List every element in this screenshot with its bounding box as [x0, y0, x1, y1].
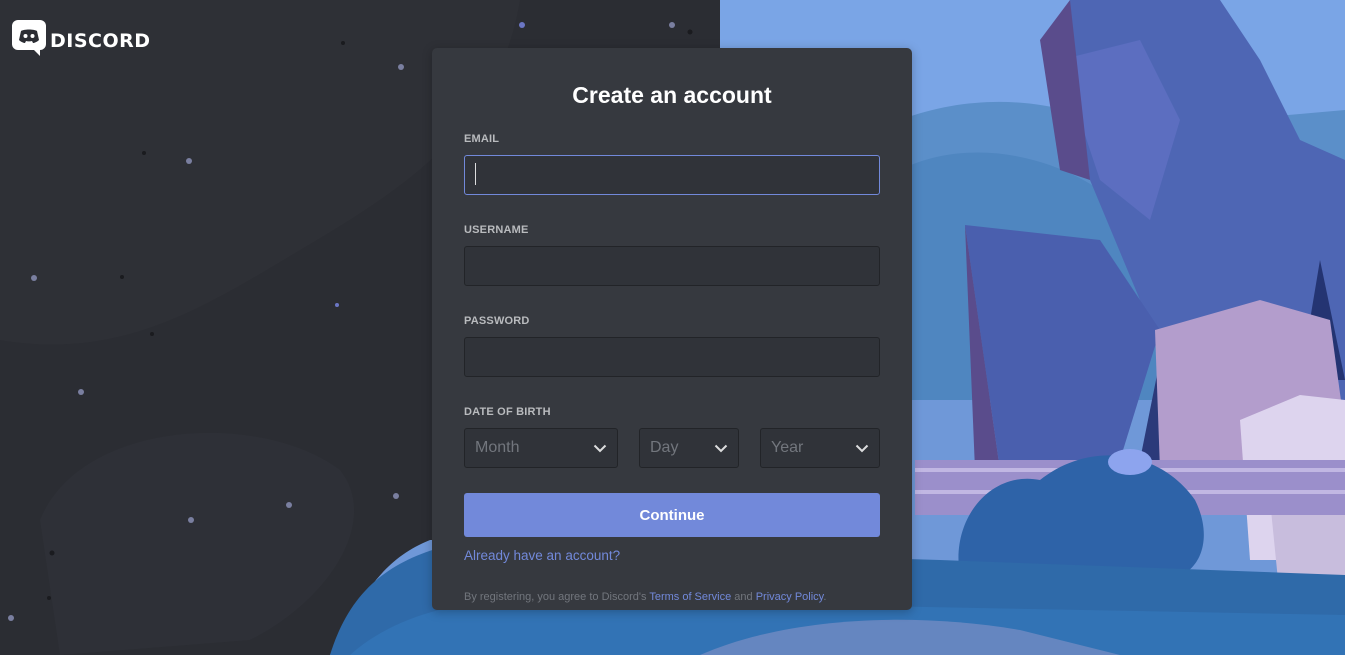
password-field-group: PASSWORD — [464, 314, 880, 377]
password-label: PASSWORD — [464, 315, 530, 327]
dob-label: DATE OF BIRTH — [464, 406, 551, 418]
month-select-value: Month — [475, 439, 520, 456]
month-select[interactable]: Month — [464, 428, 618, 468]
continue-button[interactable]: Continue — [464, 493, 880, 537]
email-input[interactable] — [464, 155, 880, 195]
username-field-group: USERNAME — [464, 223, 880, 286]
privacy-policy-link[interactable]: Privacy Policy — [756, 591, 824, 603]
legal-prefix: By registering, you agree to Discord's — [464, 591, 650, 603]
legal-suffix: . — [823, 591, 827, 603]
discord-logo-icon — [12, 20, 46, 61]
dob-row: Month Day Year — [464, 428, 880, 468]
discord-logo[interactable]: DISCORD — [12, 20, 151, 61]
username-input[interactable] — [464, 246, 880, 286]
legal-and: and — [731, 591, 756, 603]
terms-of-service-link[interactable]: Terms of Service — [649, 591, 731, 603]
text-caret — [475, 163, 476, 185]
chevron-down-icon — [855, 444, 869, 453]
chevron-down-icon — [593, 444, 607, 453]
dob-field-group: DATE OF BIRTH Month Day Year — [464, 405, 880, 468]
page-title: Create an account — [572, 82, 772, 108]
year-select-value: Year — [771, 439, 804, 456]
chevron-down-icon — [714, 444, 728, 453]
discord-wordmark: DISCORD — [50, 29, 151, 52]
email-field-group: EMAIL — [464, 132, 880, 195]
day-select-value: Day — [650, 439, 679, 456]
register-card: Create an account EMAIL USERNAME PASSWOR… — [432, 48, 912, 610]
day-select[interactable]: Day — [639, 428, 739, 468]
username-label: USERNAME — [464, 224, 529, 236]
login-link[interactable]: Already have an account? — [464, 548, 620, 563]
year-select[interactable]: Year — [760, 428, 880, 468]
legal-text: By registering, you agree to Discord's T… — [464, 590, 880, 604]
email-label: EMAIL — [464, 133, 500, 145]
password-input[interactable] — [464, 337, 880, 377]
